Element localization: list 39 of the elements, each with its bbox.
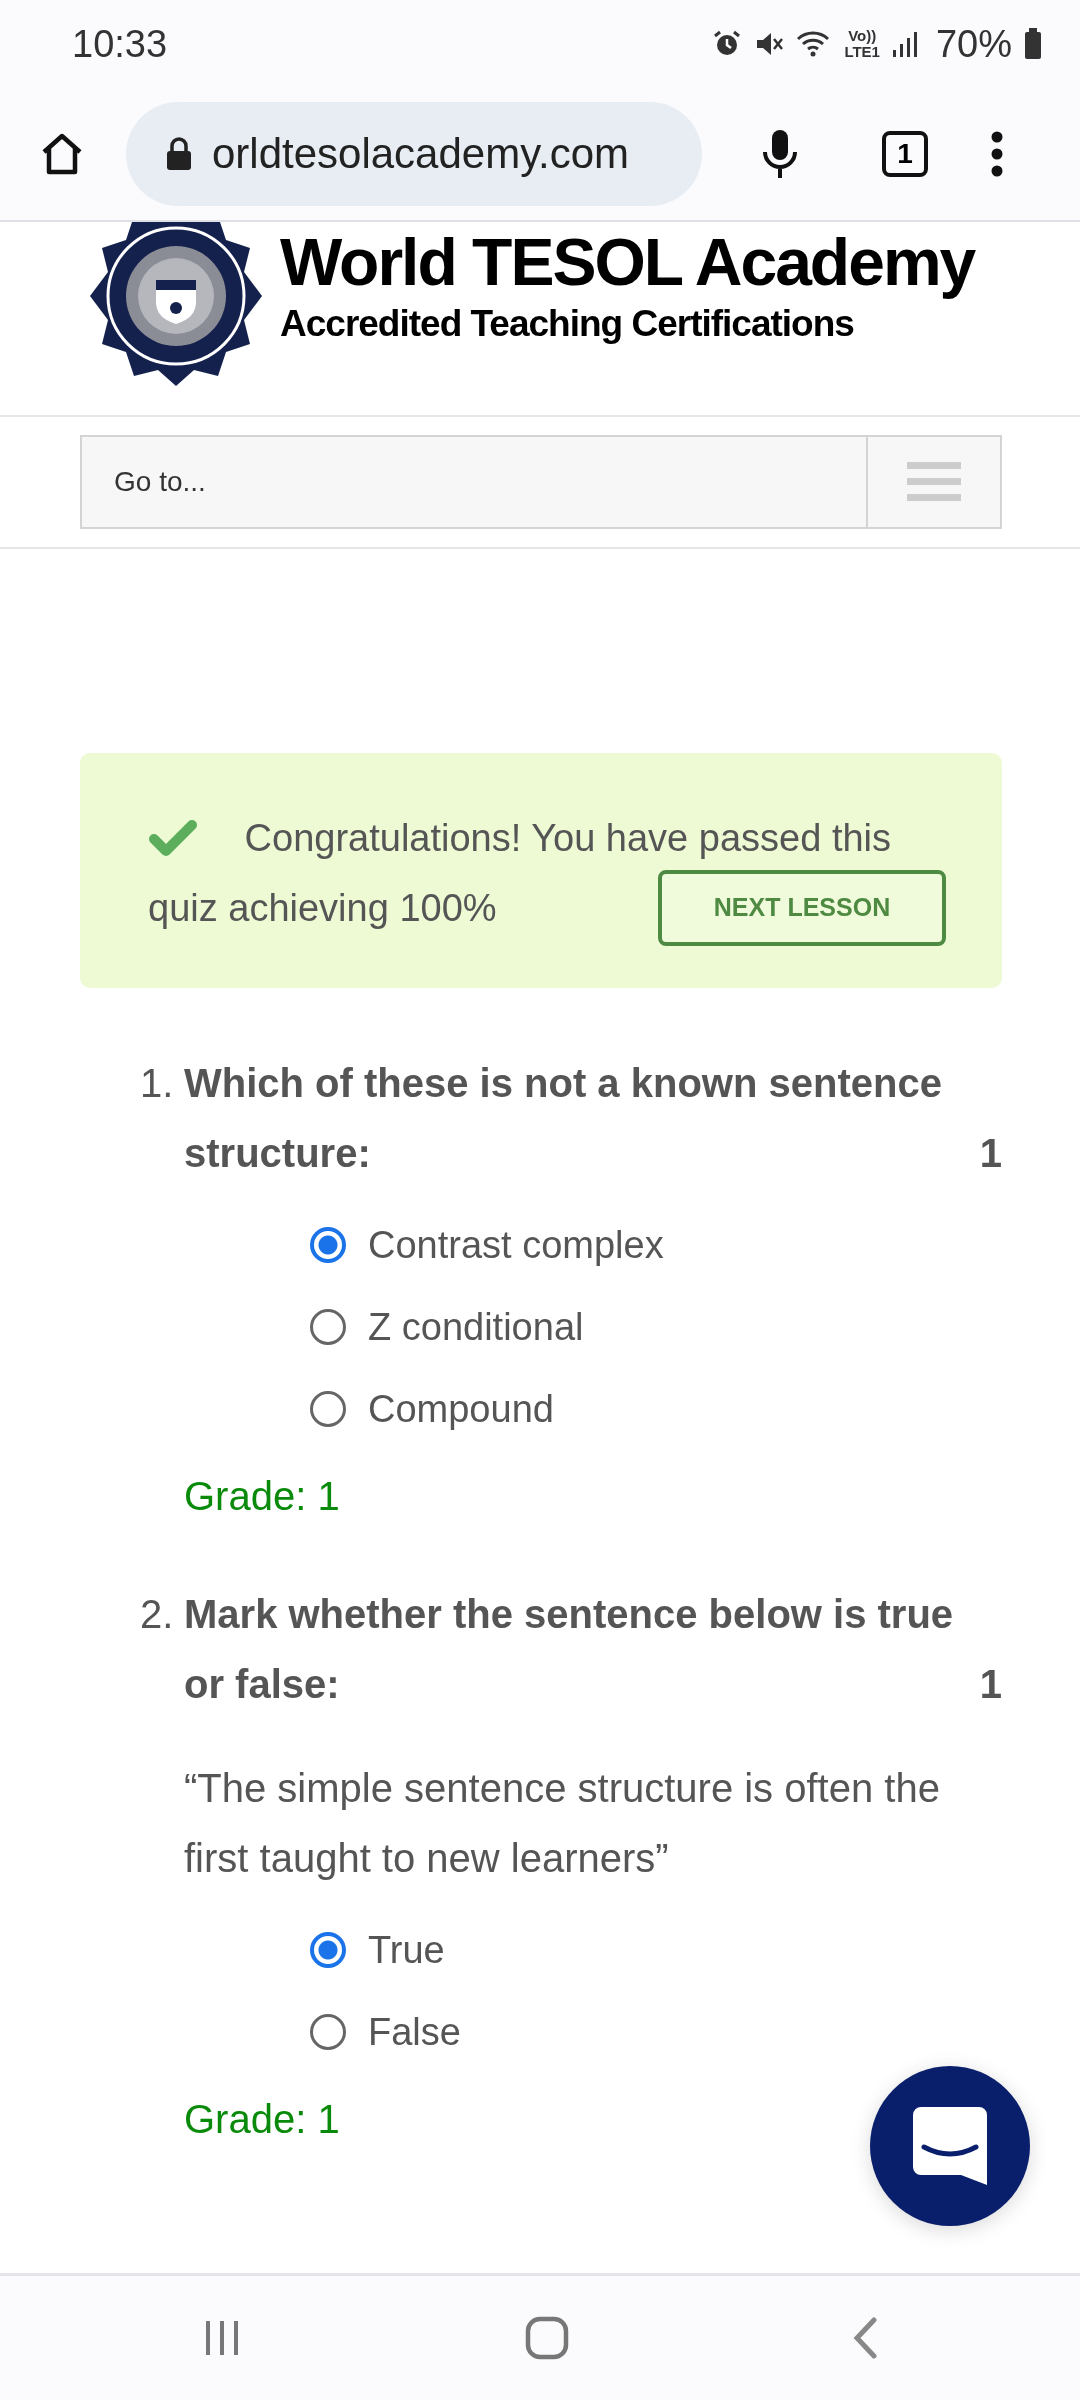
question-text: Which of these is not a known sentence structure: xyxy=(184,1059,943,1177)
more-options-icon[interactable] xyxy=(990,131,1004,177)
microphone-icon[interactable] xyxy=(760,128,800,180)
chat-icon xyxy=(913,2107,987,2185)
answer-option[interactable]: Compound xyxy=(368,1387,554,1430)
tab-count-button[interactable]: 1 xyxy=(882,131,928,177)
next-lesson-button[interactable]: NEXT LESSON xyxy=(658,869,946,946)
question-text: Mark whether the sentence below is true or false: xyxy=(184,1590,955,1708)
site-tagline: Accredited Teaching Certifications xyxy=(280,302,855,346)
answer-option[interactable]: False xyxy=(368,2010,461,2053)
checkmark-icon xyxy=(148,818,198,857)
question-number: 2. xyxy=(140,1590,175,1638)
answer-option[interactable]: Z conditional xyxy=(368,1305,584,1348)
radio-button[interactable] xyxy=(310,1226,346,1263)
address-bar[interactable]: orldtesolacademy.com xyxy=(126,102,702,206)
success-message: quiz achieving 100% xyxy=(148,885,497,931)
network-label: Vo)) LTE1 xyxy=(844,28,880,60)
radio-button[interactable] xyxy=(310,1931,346,1968)
question-points: 1 xyxy=(979,1660,1002,1708)
status-time: 10:33 xyxy=(72,22,168,66)
radio-button[interactable] xyxy=(310,1390,346,1427)
lock-icon xyxy=(164,137,194,171)
grade-text: Grade: 1 xyxy=(184,2096,340,2142)
answer-option[interactable]: Contrast complex xyxy=(368,1223,664,1266)
home-button-icon[interactable] xyxy=(525,2316,569,2360)
success-message: Congratulations! You have passed this xyxy=(244,815,892,861)
question-points: 1 xyxy=(979,1129,1002,1177)
battery-icon xyxy=(1024,28,1042,60)
back-icon[interactable] xyxy=(852,2317,879,2359)
answer-option[interactable]: True xyxy=(368,1928,445,1971)
signal-icon xyxy=(891,30,918,58)
question-statement: “The simple sentence structure is often the first taught to new learners” xyxy=(184,1764,941,1882)
question-number: 1. xyxy=(140,1059,175,1107)
radio-button[interactable] xyxy=(310,1308,346,1345)
navigation-select[interactable]: Go to... xyxy=(80,435,1002,529)
grade-text: Grade: 1 xyxy=(184,1473,340,1519)
battery-percent: 70% xyxy=(935,22,1012,66)
radio-button[interactable] xyxy=(310,2013,346,2050)
site-title: World TESOL Academy xyxy=(280,224,975,301)
